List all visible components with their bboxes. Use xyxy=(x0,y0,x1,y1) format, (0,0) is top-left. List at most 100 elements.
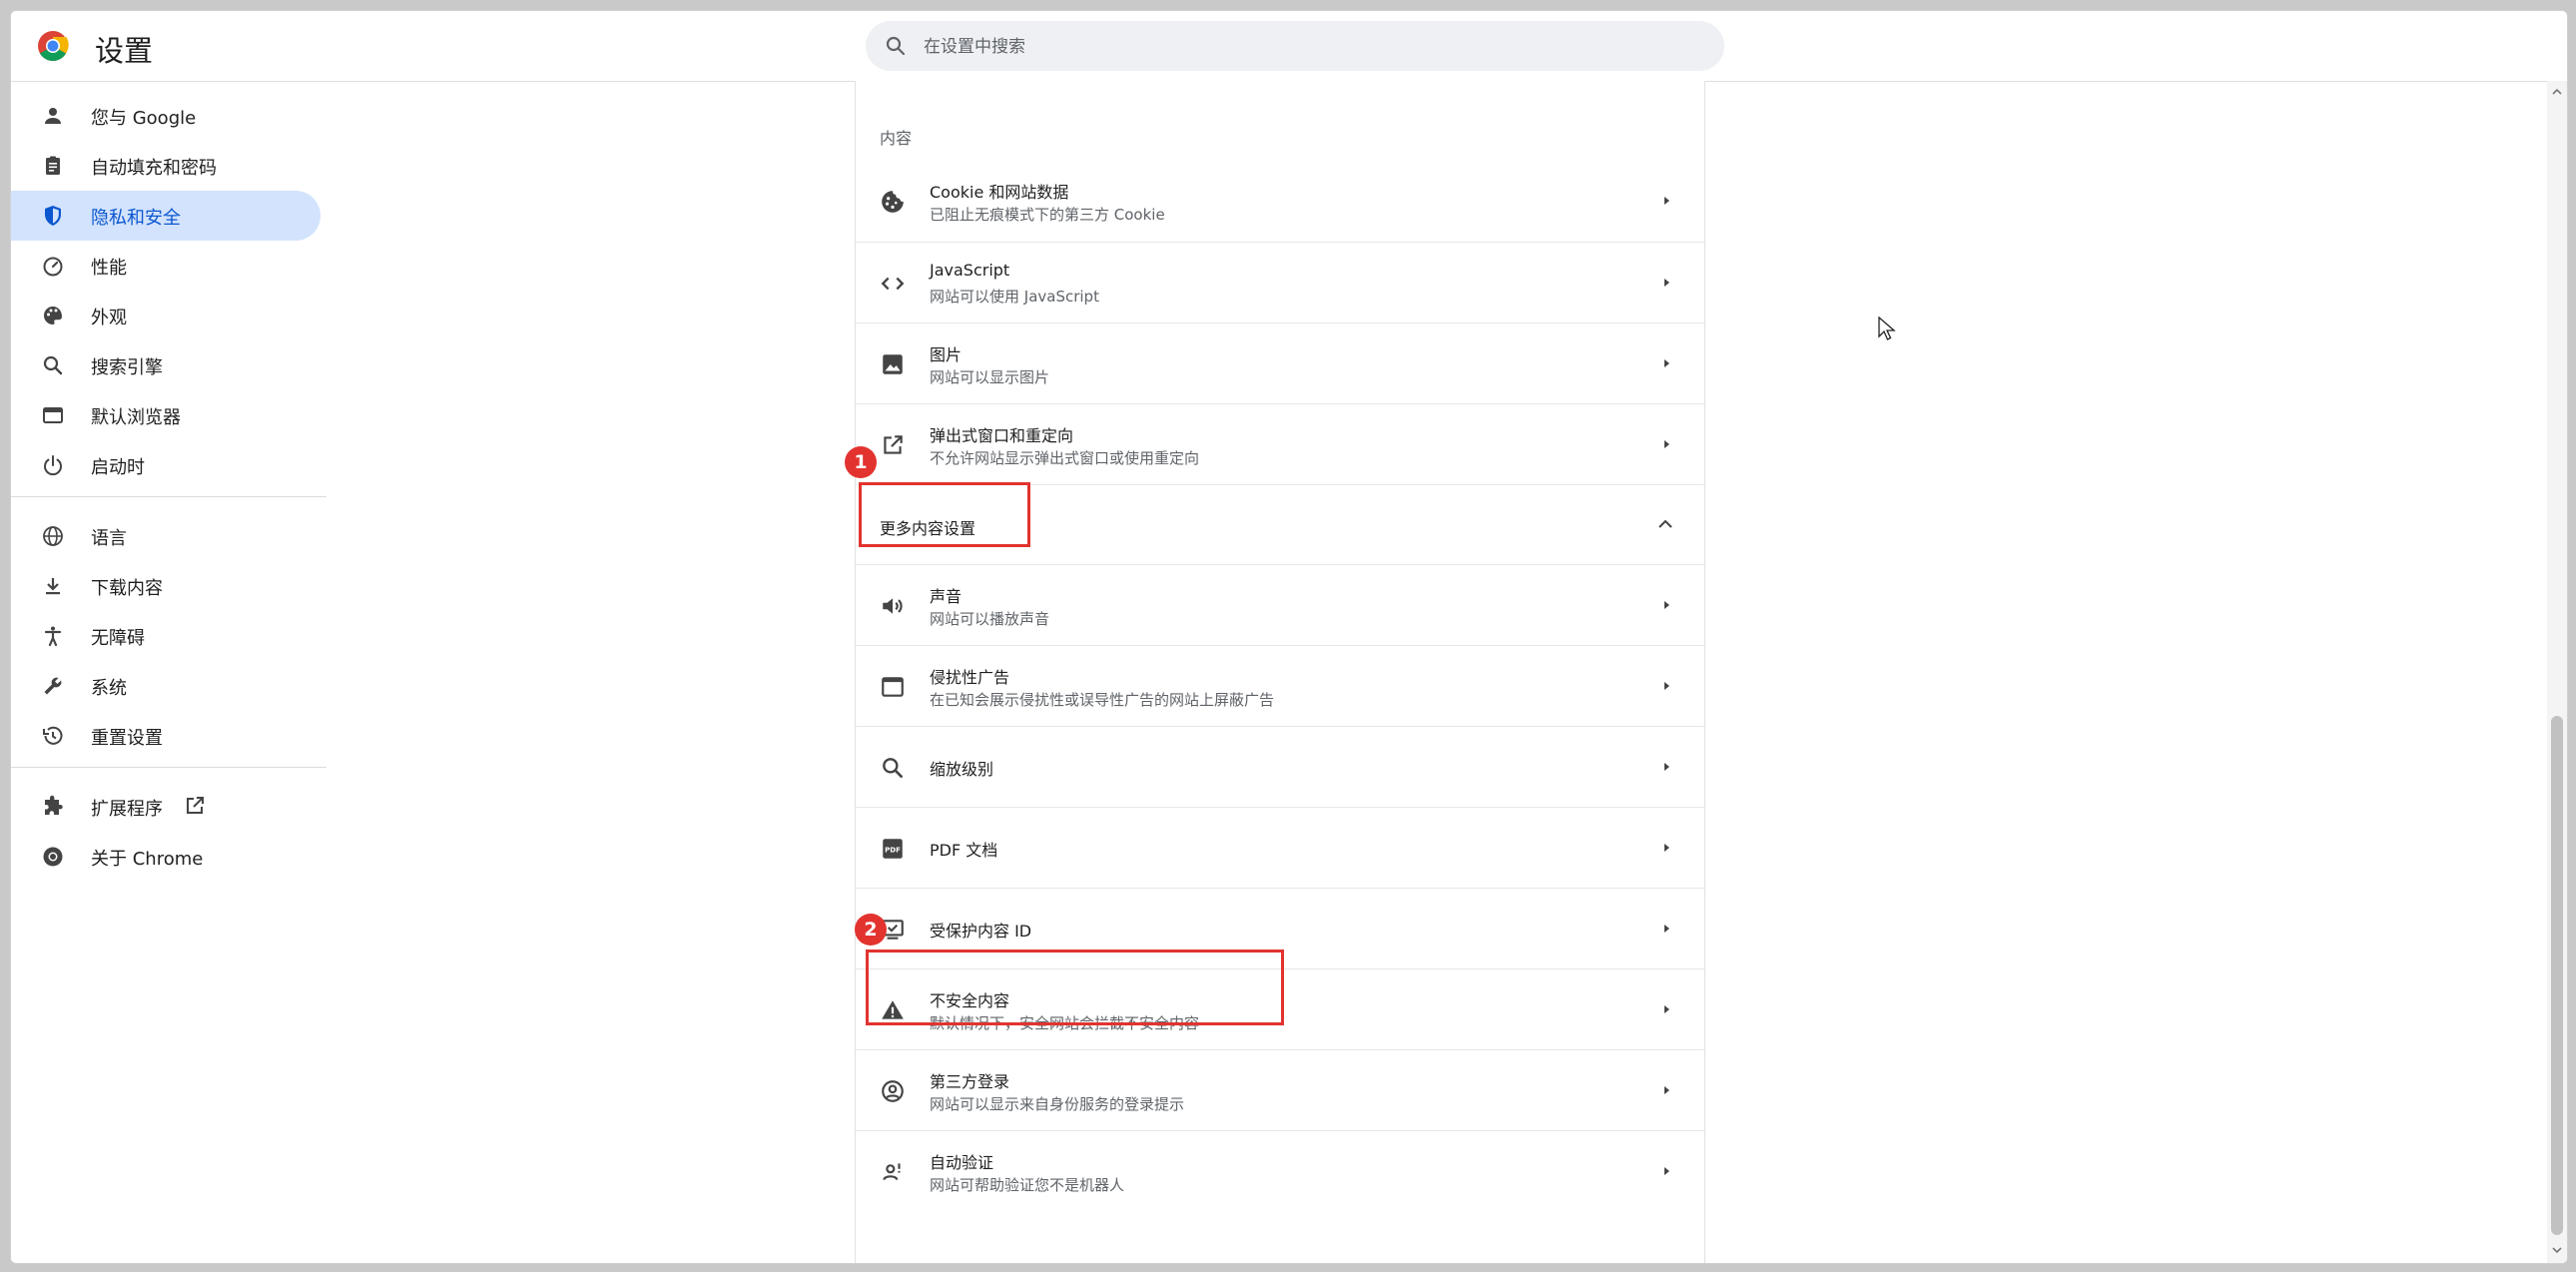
ads-icon xyxy=(882,677,904,697)
row-title: 声音 xyxy=(930,587,963,606)
row-title: 第三方登录 xyxy=(930,1072,1010,1091)
history-icon xyxy=(43,726,63,745)
content-settings-panel: 内容 Cookie 和网站数据 已阻止无痕模式下的第三方 Cookie Java… xyxy=(855,81,1705,1263)
row-javascript[interactable]: JavaScript 网站可以使用 JavaScript xyxy=(856,242,1704,323)
sidebar-item-label: 隐私和安全 xyxy=(91,208,181,229)
section-label: 内容 xyxy=(880,129,913,148)
sidebar-item-label: 关于 Chrome xyxy=(91,849,204,870)
row-zoom-levels[interactable]: 缩放级别 xyxy=(856,726,1704,808)
sidebar-item-you-and-google[interactable]: 您与 Google xyxy=(11,91,330,141)
arrow-right-icon xyxy=(1664,279,1669,287)
row-title: 图片 xyxy=(930,345,963,364)
row-intrusive-ads[interactable]: 侵扰性广告 在已知会展示侵扰性或误导性广告的网站上屏蔽广告 xyxy=(856,645,1704,727)
row-title: 缩放级别 xyxy=(930,760,994,779)
zoom-icon xyxy=(883,758,903,778)
arrow-right-icon xyxy=(1664,844,1669,852)
chrome-logo-icon xyxy=(38,31,69,62)
auto-verify-icon xyxy=(883,1163,901,1181)
puzzle-icon xyxy=(45,795,63,815)
annotation-box-1 xyxy=(859,482,1030,547)
cookie-icon xyxy=(882,191,904,213)
row-sound[interactable]: 声音 网站可以播放声音 xyxy=(856,564,1704,646)
sidebar-item-label: 启动时 xyxy=(91,457,145,478)
sidebar-item-performance[interactable]: 性能 xyxy=(11,241,330,291)
search-input[interactable] xyxy=(922,31,1684,63)
row-title: 侵扰性广告 xyxy=(930,668,1010,687)
row-subtitle: 网站可以显示图片 xyxy=(930,368,1050,386)
sidebar-item-downloads[interactable]: 下载内容 xyxy=(11,561,330,611)
sidebar-item-system[interactable]: 系统 xyxy=(11,661,330,711)
download-icon xyxy=(46,578,60,595)
arrow-right-icon xyxy=(1664,359,1669,367)
palette-icon xyxy=(43,307,62,324)
svg-text:PDF: PDF xyxy=(885,845,901,854)
row-title: 自动验证 xyxy=(930,1153,994,1172)
sidebar-item-default-browser[interactable]: 默认浏览器 xyxy=(11,390,330,440)
arrow-right-icon xyxy=(1664,925,1669,933)
sidebar-item-label: 外观 xyxy=(91,308,127,328)
speedometer-icon xyxy=(43,257,63,277)
settings-window: 设置 您与 Google 自动填充和密码 xyxy=(10,10,2568,1264)
arrow-right-icon xyxy=(1664,1086,1669,1094)
sidebar-item-privacy-security[interactable]: 隐私和安全 xyxy=(11,191,321,241)
sidebar-item-autofill[interactable]: 自动填充和密码 xyxy=(11,141,330,191)
row-pdf-documents[interactable]: PDF PDF 文档 xyxy=(856,807,1704,889)
row-subtitle: 网站可以使用 JavaScript xyxy=(930,288,1099,306)
sidebar-item-about-chrome[interactable]: 关于 Chrome xyxy=(11,832,330,882)
sidebar-item-appearance[interactable]: 外观 xyxy=(11,291,330,340)
annotation-box-2 xyxy=(866,950,1284,1025)
arrow-right-icon xyxy=(1664,1005,1669,1013)
sidebar-item-extensions[interactable]: 扩展程序 xyxy=(11,782,330,832)
arrow-right-icon xyxy=(1664,601,1669,609)
row-popups-redirects[interactable]: 弹出式窗口和重定向 不允许网站显示弹出式窗口或使用重定向 xyxy=(856,403,1704,485)
row-subtitle: 网站可以播放声音 xyxy=(930,610,1050,628)
page-title: 设置 xyxy=(95,34,154,68)
sidebar-item-label: 默认浏览器 xyxy=(91,407,181,428)
account-circle-icon xyxy=(882,1080,904,1102)
row-cookies[interactable]: Cookie 和网站数据 已阻止无痕模式下的第三方 Cookie xyxy=(856,161,1704,242)
sidebar-item-label: 性能 xyxy=(91,258,127,279)
sidebar-item-on-startup[interactable]: 启动时 xyxy=(11,440,330,490)
sidebar-item-search-engine[interactable]: 搜索引擎 xyxy=(11,340,330,390)
arrow-right-icon xyxy=(1664,440,1669,448)
row-images[interactable]: 图片 网站可以显示图片 xyxy=(856,322,1704,404)
row-auto-verify[interactable]: 自动验证 网站可帮助验证您不是机器人 xyxy=(856,1130,1704,1212)
row-subtitle: 在已知会展示侵扰性或误导性广告的网站上屏蔽广告 xyxy=(930,691,1275,709)
row-subtitle: 已阻止无痕模式下的第三方 Cookie xyxy=(930,206,1165,224)
sidebar-item-label: 您与 Google xyxy=(91,108,197,129)
wrench-icon xyxy=(44,677,62,695)
scroll-up-arrow-icon[interactable] xyxy=(2552,87,2562,97)
image-icon xyxy=(883,354,903,374)
browser-icon xyxy=(43,407,63,423)
annotation-badge-2: 2 xyxy=(855,914,887,946)
row-title: Cookie 和网站数据 xyxy=(930,183,1069,202)
row-title: PDF 文档 xyxy=(930,841,998,860)
sidebar: 您与 Google 自动填充和密码 隐私和安全 性能 外观 搜索引擎 默认浏览器… xyxy=(11,91,330,882)
sidebar-item-reset[interactable]: 重置设置 xyxy=(11,711,330,761)
row-subtitle: 网站可帮助验证您不是机器人 xyxy=(930,1176,1125,1194)
scrollbar[interactable] xyxy=(2547,81,2567,1263)
arrow-right-icon xyxy=(1664,197,1669,205)
code-icon xyxy=(881,277,905,291)
search-icon xyxy=(886,36,906,56)
sidebar-item-label: 自动填充和密码 xyxy=(91,158,217,179)
scrollbar-thumb[interactable] xyxy=(2551,716,2563,1235)
sidebar-item-label: 语言 xyxy=(91,528,127,549)
pdf-icon: PDF xyxy=(883,839,903,859)
open-in-new-icon xyxy=(187,797,204,814)
sidebar-item-languages[interactable]: 语言 xyxy=(11,511,330,561)
row-third-party-sign-in[interactable]: 第三方登录 网站可以显示来自身份服务的登录提示 xyxy=(856,1049,1704,1131)
row-title: 弹出式窗口和重定向 xyxy=(930,426,1074,445)
sidebar-divider xyxy=(11,496,326,497)
scroll-down-arrow-icon[interactable] xyxy=(2552,1245,2562,1255)
open-in-new-icon xyxy=(884,435,903,454)
sidebar-item-accessibility[interactable]: 无障碍 xyxy=(11,611,330,661)
chevron-up-icon xyxy=(1658,519,1672,528)
arrow-right-icon xyxy=(1664,763,1669,771)
row-subtitle: 网站可以显示来自身份服务的登录提示 xyxy=(930,1095,1185,1113)
sidebar-item-label: 系统 xyxy=(91,678,127,699)
sidebar-item-label: 下载内容 xyxy=(91,578,163,599)
row-title: JavaScript xyxy=(930,261,1010,280)
search-bar[interactable] xyxy=(866,21,1724,71)
search-icon xyxy=(43,355,63,375)
